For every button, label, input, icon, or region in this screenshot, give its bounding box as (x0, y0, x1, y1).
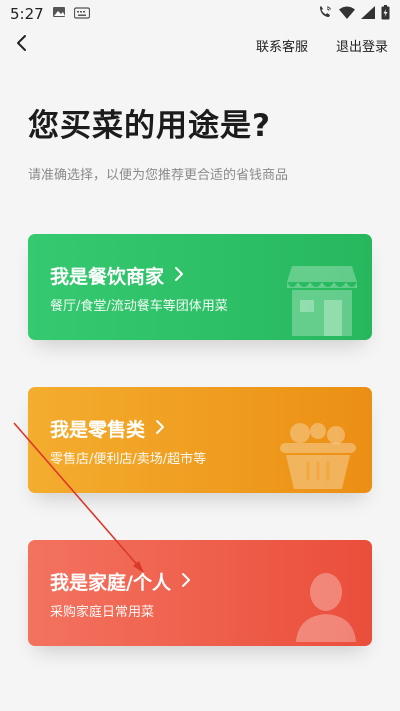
page-subtitle: 请准确选择，以便为您推荐更合适的省钱商品 (28, 168, 289, 183)
status-right (317, 4, 390, 24)
back-button[interactable] (10, 33, 34, 57)
contact-support-link[interactable]: 联系客服 (256, 36, 308, 55)
chevron-right-icon (155, 418, 165, 440)
status-bar: 5:27 (0, 0, 400, 28)
option-description: 餐厅/食堂/流动餐车等团体用菜 (50, 299, 228, 314)
status-left: 5:27 (10, 5, 90, 23)
option-description: 零售店/便利店/卖场/超市等 (50, 452, 207, 467)
shopping-basket-icon (278, 419, 358, 493)
chevron-right-icon (174, 265, 184, 287)
option-title: 我是餐饮商家 (50, 266, 165, 288)
option-title-wrap: 我是家庭/个人 (50, 568, 191, 595)
chevron-left-icon (15, 34, 29, 56)
option-title: 我是零售类 (50, 419, 146, 441)
option-title: 我是家庭/个人 (50, 572, 171, 594)
image-icon (52, 5, 66, 23)
page-title: 您买菜的用途是? (28, 108, 271, 144)
chevron-right-icon (181, 571, 191, 593)
storefront-icon (286, 262, 358, 340)
battery-icon (381, 4, 390, 24)
status-time: 5:27 (10, 5, 44, 23)
top-bar: 联系客服 退出登录 (0, 28, 400, 62)
option-card-restaurant[interactable]: 我是餐饮商家 餐厅/食堂/流动餐车等团体用菜 (28, 234, 372, 340)
keyboard-icon (73, 5, 90, 23)
option-card-retail[interactable]: 我是零售类 零售店/便利店/卖场/超市等 (28, 387, 372, 493)
option-title-wrap: 我是零售类 (50, 415, 165, 442)
option-description: 采购家庭日常用菜 (50, 605, 155, 620)
option-title-wrap: 我是餐饮商家 (50, 262, 184, 289)
wifi-calling-icon (317, 5, 333, 23)
logout-link[interactable]: 退出登录 (336, 36, 388, 55)
signal-icon (361, 5, 375, 23)
top-links: 联系客服 退出登录 (256, 36, 388, 55)
option-card-family[interactable]: 我是家庭/个人 采购家庭日常用菜 (28, 540, 372, 646)
person-icon (294, 568, 358, 646)
wifi-icon (339, 5, 355, 23)
